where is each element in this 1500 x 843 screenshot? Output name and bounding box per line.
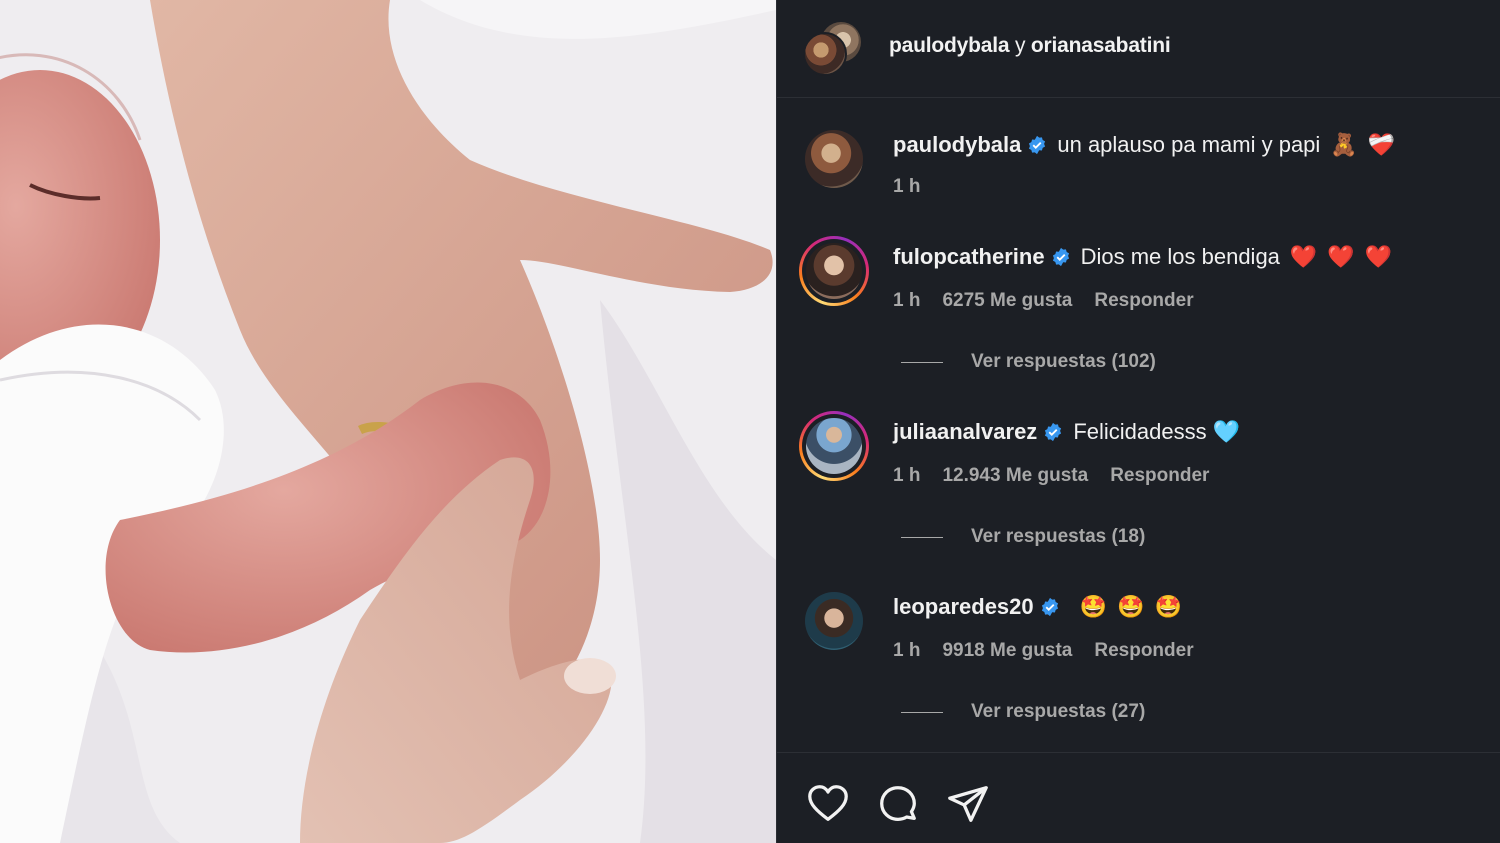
post-action-bar <box>777 752 1500 843</box>
comment-likes[interactable]: 6275 Me gusta <box>942 290 1072 312</box>
comment-username[interactable]: fulopcatherine <box>893 244 1045 270</box>
comment-line: leoparedes20 🤩 🤩 🤩 <box>893 594 1182 620</box>
view-replies-button[interactable]: Ver respuestas (27) <box>901 701 1145 723</box>
comment-likes[interactable]: 12.943 Me gusta <box>942 465 1088 487</box>
verified-badge-icon <box>1043 422 1063 442</box>
verified-badge-icon <box>1040 597 1060 617</box>
comment-button[interactable] <box>875 781 921 827</box>
caption-text: un aplauso pa mami y papi <box>1057 132 1321 157</box>
instagram-post-view: paulodybala y orianasabatini paulodybala… <box>0 0 1500 843</box>
comments-panel: paulodybala y orianasabatini paulodybala… <box>776 0 1500 843</box>
comment-username[interactable]: leoparedes20 <box>893 594 1034 620</box>
post-photo[interactable] <box>0 0 776 843</box>
comment-avatar-story-ring[interactable] <box>799 236 869 306</box>
share-icon <box>948 786 988 822</box>
replies-divider <box>901 711 943 713</box>
comment-text: Felicidadesss 🩵 <box>1073 419 1241 444</box>
authors-separator: y <box>1009 34 1031 57</box>
verified-badge-icon <box>1027 135 1047 155</box>
comment-icon <box>880 786 916 821</box>
heart-icon <box>808 785 848 821</box>
caption-line: paulodybala un aplauso pa mami y papi 🧸 … <box>893 132 1395 158</box>
share-button[interactable] <box>945 781 991 827</box>
verified-badge-icon <box>1051 247 1071 267</box>
view-replies-label: Ver respuestas (18) <box>971 526 1146 547</box>
avatar-paulodybala[interactable] <box>803 32 847 76</box>
comment-emoji: 🤩 <box>1117 594 1145 619</box>
author-link-1[interactable]: paulodybala <box>889 34 1010 57</box>
comment-emoji: ❤️ <box>1327 244 1355 269</box>
comment-emoji: 🤩 <box>1154 594 1182 619</box>
post-authors: paulodybala y orianasabatini <box>889 34 1171 58</box>
comment-emoji: ❤️ <box>1289 244 1318 269</box>
comment-avatar-story-ring[interactable] <box>799 411 869 481</box>
view-replies-label: Ver respuestas (27) <box>971 701 1146 722</box>
comment-likes[interactable]: 9918 Me gusta <box>942 640 1072 662</box>
caption-meta: 1 h <box>893 176 920 198</box>
caption-username[interactable]: paulodybala <box>893 132 1021 158</box>
view-replies-button[interactable]: Ver respuestas (102) <box>901 351 1156 373</box>
caption-emoji-1: 🧸 <box>1330 132 1358 157</box>
replies-divider <box>901 536 943 538</box>
reply-button[interactable]: Responder <box>1094 290 1193 312</box>
comment-avatar[interactable] <box>799 586 869 656</box>
post-header: paulodybala y orianasabatini <box>777 0 1500 98</box>
comment-text: Dios me los bendiga <box>1080 244 1280 269</box>
comment-emoji: 🤩 <box>1079 594 1108 619</box>
comment-time[interactable]: 1 h <box>893 465 920 487</box>
comment-meta: 1 h 9918 Me gusta Responder <box>893 640 1194 662</box>
collab-avatars[interactable] <box>803 22 863 80</box>
comment-emoji: ❤️ <box>1364 244 1393 269</box>
comment-meta: 1 h 12.943 Me gusta Responder <box>893 465 1209 487</box>
view-replies-label: Ver respuestas (102) <box>971 351 1156 372</box>
replies-divider <box>901 361 943 363</box>
caption-emoji-2: ❤️‍🩹 <box>1367 132 1396 157</box>
comment-line: juliaanalvarez Felicidadesss 🩵 <box>893 419 1240 445</box>
comment-time[interactable]: 1 h <box>893 290 920 312</box>
reply-button[interactable]: Responder <box>1094 640 1193 662</box>
author-link-2[interactable]: orianasabatini <box>1031 34 1171 57</box>
reply-button[interactable]: Responder <box>1110 465 1209 487</box>
newborn-hands-photo <box>0 0 776 843</box>
comment-username[interactable]: juliaanalvarez <box>893 419 1037 445</box>
caption-time[interactable]: 1 h <box>893 176 920 198</box>
comment-time[interactable]: 1 h <box>893 640 920 662</box>
like-button[interactable] <box>805 781 851 827</box>
caption-avatar[interactable] <box>799 124 869 194</box>
comment-line: fulopcatherine Dios me los bendiga ❤️ ❤️… <box>893 244 1392 270</box>
view-replies-button[interactable]: Ver respuestas (18) <box>901 526 1145 548</box>
comment-meta: 1 h 6275 Me gusta Responder <box>893 290 1194 312</box>
